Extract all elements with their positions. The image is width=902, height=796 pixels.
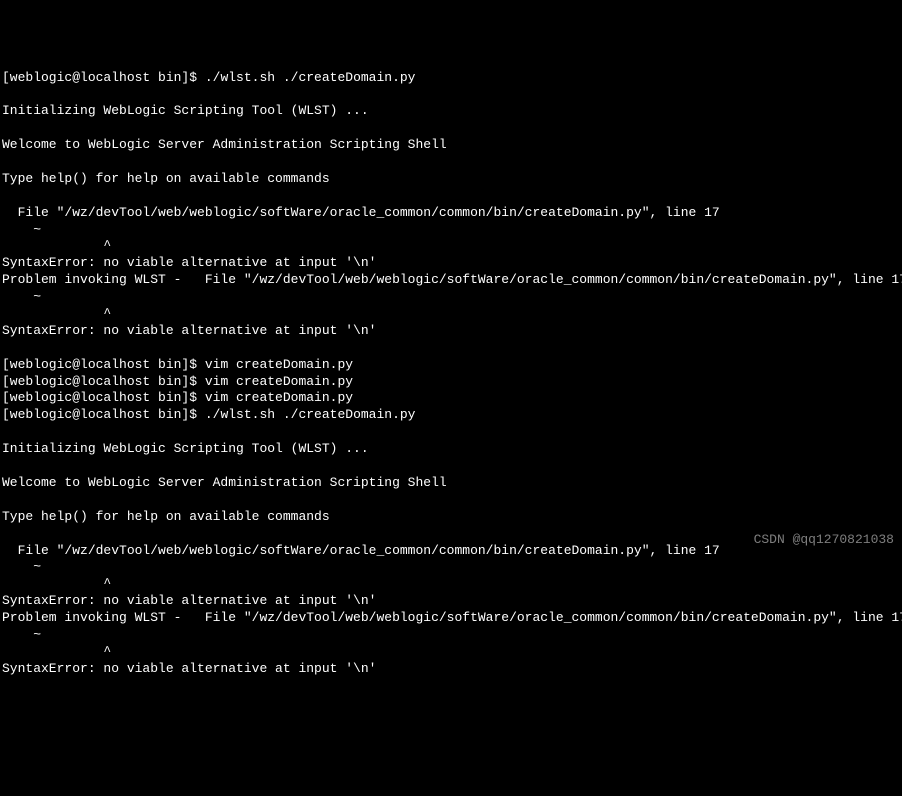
command: vim createDomain.py (205, 390, 353, 405)
prompt: [weblogic@localhost bin]$ (2, 357, 205, 372)
output-line: Welcome to WebLogic Server Administratio… (2, 137, 447, 152)
output-line: Type help() for help on available comman… (2, 171, 330, 186)
output-line: Problem invoking WLST - File "/wz/devToo… (2, 272, 902, 287)
output-line: SyntaxError: no viable alternative at in… (2, 661, 376, 676)
output-line: Initializing WebLogic Scripting Tool (WL… (2, 103, 369, 118)
prompt: [weblogic@localhost bin]$ (2, 374, 205, 389)
output-line: ^ (2, 238, 111, 253)
output-line: ^ (2, 306, 111, 321)
terminal-output[interactable]: [weblogic@localhost bin]$ ./wlst.sh ./cr… (2, 70, 900, 678)
output-line: SyntaxError: no viable alternative at in… (2, 323, 376, 338)
output-line: ~ (2, 289, 41, 304)
prompt: [weblogic@localhost bin]$ (2, 70, 205, 85)
output-line: ~ (2, 627, 41, 642)
output-line: Type help() for help on available comman… (2, 509, 330, 524)
prompt: [weblogic@localhost bin]$ (2, 407, 205, 422)
output-line: Initializing WebLogic Scripting Tool (WL… (2, 441, 369, 456)
prompt: [weblogic@localhost bin]$ (2, 390, 205, 405)
output-line: SyntaxError: no viable alternative at in… (2, 593, 376, 608)
command: ./wlst.sh ./createDomain.py (205, 70, 416, 85)
command: vim createDomain.py (205, 357, 353, 372)
output-line: ~ (2, 559, 41, 574)
output-line: Welcome to WebLogic Server Administratio… (2, 475, 447, 490)
output-line: File "/wz/devTool/web/weblogic/softWare/… (2, 205, 720, 220)
output-line: ^ (2, 644, 111, 659)
output-line: File "/wz/devTool/web/weblogic/softWare/… (2, 543, 720, 558)
output-line: ~ (2, 222, 41, 237)
output-line: Problem invoking WLST - File "/wz/devToo… (2, 610, 902, 625)
command: ./wlst.sh ./createDomain.py (205, 407, 416, 422)
watermark-text: CSDN @qq1270821038 (754, 532, 894, 549)
output-line: SyntaxError: no viable alternative at in… (2, 255, 376, 270)
output-line: ^ (2, 576, 111, 591)
command: vim createDomain.py (205, 374, 353, 389)
